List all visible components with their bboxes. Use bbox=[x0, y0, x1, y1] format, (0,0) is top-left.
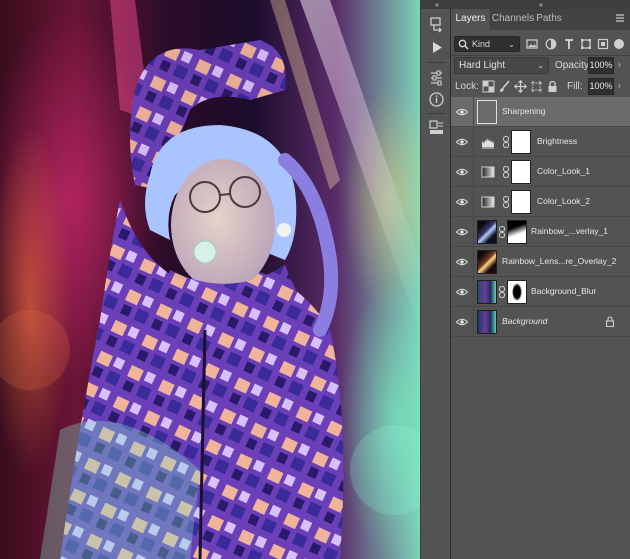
gradient-map-adjustment-icon bbox=[481, 196, 495, 208]
layer-row-background-blur[interactable]: Background_Blur bbox=[451, 277, 630, 307]
strip-divider bbox=[427, 62, 446, 63]
collapsed-panel-strip: ‹‹ bbox=[420, 0, 452, 559]
blend-mode-select[interactable]: Hard Light ⌄ bbox=[454, 57, 549, 74]
eye-column-divider bbox=[473, 157, 474, 187]
history-icon[interactable] bbox=[428, 16, 445, 33]
layer-mask-thumbnail[interactable] bbox=[511, 130, 531, 154]
layer-name[interactable]: Sharpening bbox=[502, 106, 545, 116]
lock-artboard-icon[interactable] bbox=[530, 80, 543, 93]
eye-column-divider bbox=[473, 217, 474, 247]
lock-image-pixels-brush-icon[interactable] bbox=[498, 80, 511, 93]
visibility-eye-icon[interactable] bbox=[456, 258, 468, 266]
tab-channels[interactable]: Channels bbox=[491, 9, 535, 30]
fill-label: Fill: bbox=[567, 81, 583, 92]
fill-input[interactable]: 100% bbox=[588, 78, 614, 95]
layer-mask-thumbnail[interactable] bbox=[511, 190, 531, 214]
eye-column-divider bbox=[473, 127, 474, 157]
eye-column-divider bbox=[473, 187, 474, 217]
mask-link-icon[interactable] bbox=[498, 286, 506, 298]
shape-filter-icon[interactable] bbox=[580, 38, 592, 50]
layer-mask-thumbnail[interactable] bbox=[511, 160, 531, 184]
blend-mode-value: Hard Light bbox=[459, 60, 506, 71]
levels-adjustment-icon bbox=[482, 138, 494, 149]
search-icon bbox=[458, 39, 469, 50]
photo-artwork bbox=[0, 0, 420, 559]
layer-row-sharpening[interactable]: Sharpening bbox=[451, 97, 630, 127]
mask-link-icon[interactable] bbox=[502, 166, 510, 178]
layer-row-rainbow-lens-flare-overlay-2[interactable]: Rainbow_Lens...re_Overlay_2 bbox=[451, 247, 630, 277]
visibility-eye-icon[interactable] bbox=[456, 228, 468, 236]
eye-column-divider bbox=[473, 277, 474, 307]
lock-label: Lock: bbox=[455, 81, 479, 92]
opacity-input[interactable]: 100% bbox=[588, 57, 614, 74]
adjustment-filter-icon[interactable] bbox=[545, 38, 557, 50]
blend-opacity-row: Hard Light ⌄ Opacity: 100% › bbox=[451, 56, 630, 76]
layer-thumbnail bbox=[477, 100, 497, 124]
expand-panels-button[interactable]: ‹‹ bbox=[421, 0, 452, 9]
lock-transparent-pixels-icon[interactable] bbox=[482, 80, 495, 93]
filter-toggle-switch[interactable] bbox=[614, 39, 624, 49]
panel-tab-bar: Layers Channels Paths bbox=[451, 9, 630, 30]
layers-panel: ‹‹ Layers Channels Paths Kind ⌄ Hard Lig… bbox=[451, 0, 630, 559]
layer-thumbnail bbox=[477, 310, 497, 334]
eye-column-divider bbox=[473, 97, 474, 127]
layer-thumbnail bbox=[477, 280, 497, 304]
lock-all-icon[interactable] bbox=[546, 80, 559, 93]
eye-column-divider bbox=[473, 247, 474, 277]
layer-name[interactable]: Rainbow_Lens...re_Overlay_2 bbox=[502, 256, 616, 266]
mask-link-icon[interactable] bbox=[502, 136, 510, 148]
filter-kind-select[interactable]: Kind ⌄ bbox=[454, 36, 520, 52]
layer-row-color-look-2[interactable]: Color_Look_2 bbox=[451, 187, 630, 217]
visibility-eye-icon[interactable] bbox=[456, 318, 468, 326]
opacity-label: Opacity: bbox=[555, 60, 592, 71]
layer-name[interactable]: Background_Blur bbox=[531, 286, 596, 296]
strip-divider bbox=[427, 113, 446, 114]
layer-name[interactable]: Rainbow_...verlay_1 bbox=[531, 226, 608, 236]
lock-position-move-icon[interactable] bbox=[514, 80, 527, 93]
visibility-eye-icon[interactable] bbox=[456, 288, 468, 296]
tab-paths[interactable]: Paths bbox=[535, 9, 563, 30]
layer-thumbnail bbox=[477, 220, 497, 244]
collapse-panel-button[interactable]: ‹‹ bbox=[451, 0, 630, 9]
pixel-filter-icon[interactable] bbox=[526, 38, 538, 50]
filter-kind-label: Kind bbox=[472, 39, 491, 49]
eye-column-divider bbox=[473, 307, 474, 337]
info-icon[interactable] bbox=[428, 91, 445, 108]
layer-filter-row: Kind ⌄ bbox=[451, 34, 630, 54]
panel-menu-icon[interactable] bbox=[615, 13, 625, 23]
mask-link-icon[interactable] bbox=[498, 226, 506, 238]
visibility-eye-icon[interactable] bbox=[456, 168, 468, 176]
layer-mask-thumbnail[interactable] bbox=[507, 220, 527, 244]
mask-link-icon[interactable] bbox=[502, 196, 510, 208]
layer-comps-icon[interactable] bbox=[428, 119, 445, 136]
layer-row-brightness[interactable]: Brightness bbox=[451, 127, 630, 157]
visibility-eye-icon[interactable] bbox=[456, 198, 468, 206]
layer-row-rainbow-overlay-1[interactable]: Rainbow_...verlay_1 bbox=[451, 217, 630, 247]
type-filter-icon[interactable] bbox=[563, 38, 575, 50]
layer-name[interactable]: Color_Look_2 bbox=[537, 196, 590, 206]
lock-fill-row: Lock: Fill: 100% › bbox=[451, 77, 630, 97]
document-canvas[interactable] bbox=[0, 0, 420, 559]
visibility-eye-icon[interactable] bbox=[456, 138, 468, 146]
layer-row-background[interactable]: Background bbox=[451, 307, 630, 337]
layer-row-color-look-1[interactable]: Color_Look_1 bbox=[451, 157, 630, 187]
actions-play-icon[interactable] bbox=[428, 39, 445, 56]
layer-name[interactable]: Background bbox=[502, 316, 547, 326]
layer-locked-icon[interactable] bbox=[605, 316, 615, 327]
layer-thumbnail bbox=[477, 250, 497, 274]
tab-layers[interactable]: Layers bbox=[451, 9, 491, 30]
opacity-chevron-icon[interactable]: › bbox=[618, 60, 621, 69]
chevron-down-icon: ⌄ bbox=[537, 61, 544, 70]
fill-chevron-icon[interactable]: › bbox=[618, 81, 621, 90]
visibility-eye-icon[interactable] bbox=[456, 108, 468, 116]
gradient-map-adjustment-icon bbox=[481, 166, 495, 178]
properties-sliders-icon[interactable] bbox=[428, 69, 445, 86]
layer-name[interactable]: Brightness bbox=[537, 136, 577, 146]
chevron-down-icon: ⌄ bbox=[508, 40, 515, 49]
layer-mask-thumbnail[interactable] bbox=[507, 280, 527, 304]
layer-name[interactable]: Color_Look_1 bbox=[537, 166, 590, 176]
smart-object-filter-icon[interactable] bbox=[597, 38, 609, 50]
